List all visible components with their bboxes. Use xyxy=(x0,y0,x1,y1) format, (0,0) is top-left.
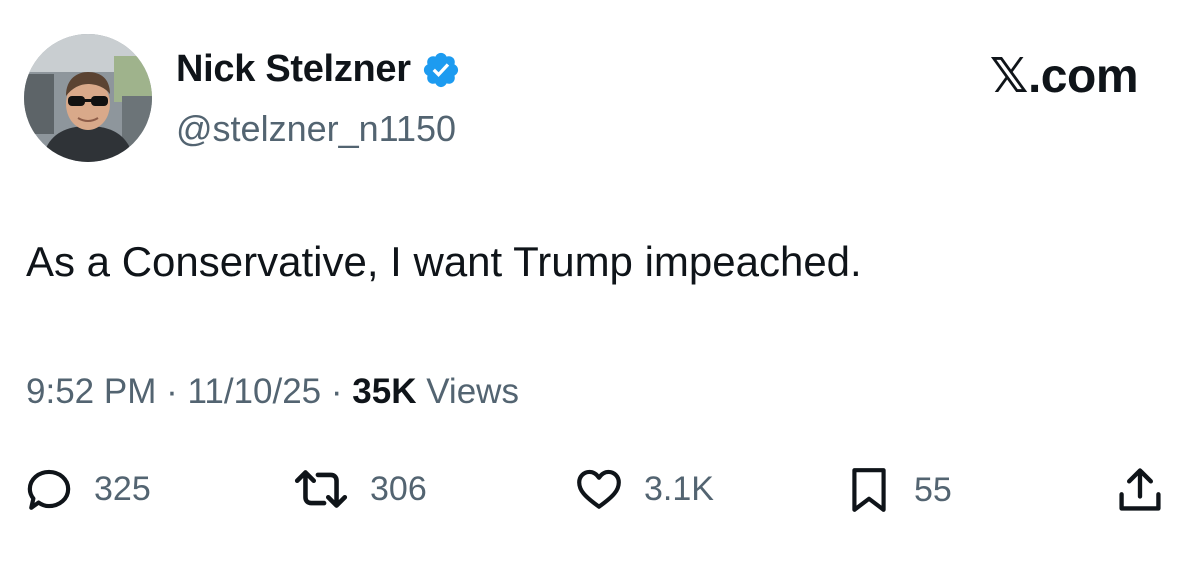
reply-icon xyxy=(24,464,74,514)
author-handle[interactable]: @stelzner_n1150 xyxy=(176,108,456,150)
avatar[interactable] xyxy=(24,34,152,162)
bookmark-button[interactable]: 55 xyxy=(844,464,952,516)
reply-count: 325 xyxy=(94,469,151,508)
reply-button[interactable]: 325 xyxy=(24,464,151,514)
x-brand-logo: 𝕏.com xyxy=(989,50,1139,103)
views-label: Views xyxy=(426,372,519,411)
share-icon xyxy=(1114,464,1166,516)
author-name-row[interactable]: Nick Stelzner xyxy=(176,48,461,91)
bookmark-count: 55 xyxy=(914,470,952,509)
repost-button[interactable]: 306 xyxy=(292,464,427,514)
author-display-name[interactable]: Nick Stelzner xyxy=(176,48,411,91)
heart-icon xyxy=(574,464,624,514)
tweet-meta: 9:52 PM · 11/10/25 · 35K Views xyxy=(26,372,519,412)
bookmark-icon xyxy=(844,464,894,516)
share-button[interactable] xyxy=(1114,464,1166,516)
like-count: 3.1K xyxy=(644,469,714,508)
profile-photo xyxy=(24,34,152,162)
tweet-time[interactable]: 9:52 PM xyxy=(26,372,156,411)
tweet-date[interactable]: 11/10/25 xyxy=(187,372,321,411)
views-count: 35K xyxy=(352,372,417,411)
meta-separator: · xyxy=(330,372,343,411)
repost-icon xyxy=(292,464,350,514)
like-button[interactable]: 3.1K xyxy=(574,464,714,514)
meta-separator: · xyxy=(166,372,178,411)
tweet-text: As a Conservative, I want Trump impeache… xyxy=(26,238,862,285)
repost-count: 306 xyxy=(370,469,427,508)
verified-badge-icon[interactable] xyxy=(421,50,461,90)
